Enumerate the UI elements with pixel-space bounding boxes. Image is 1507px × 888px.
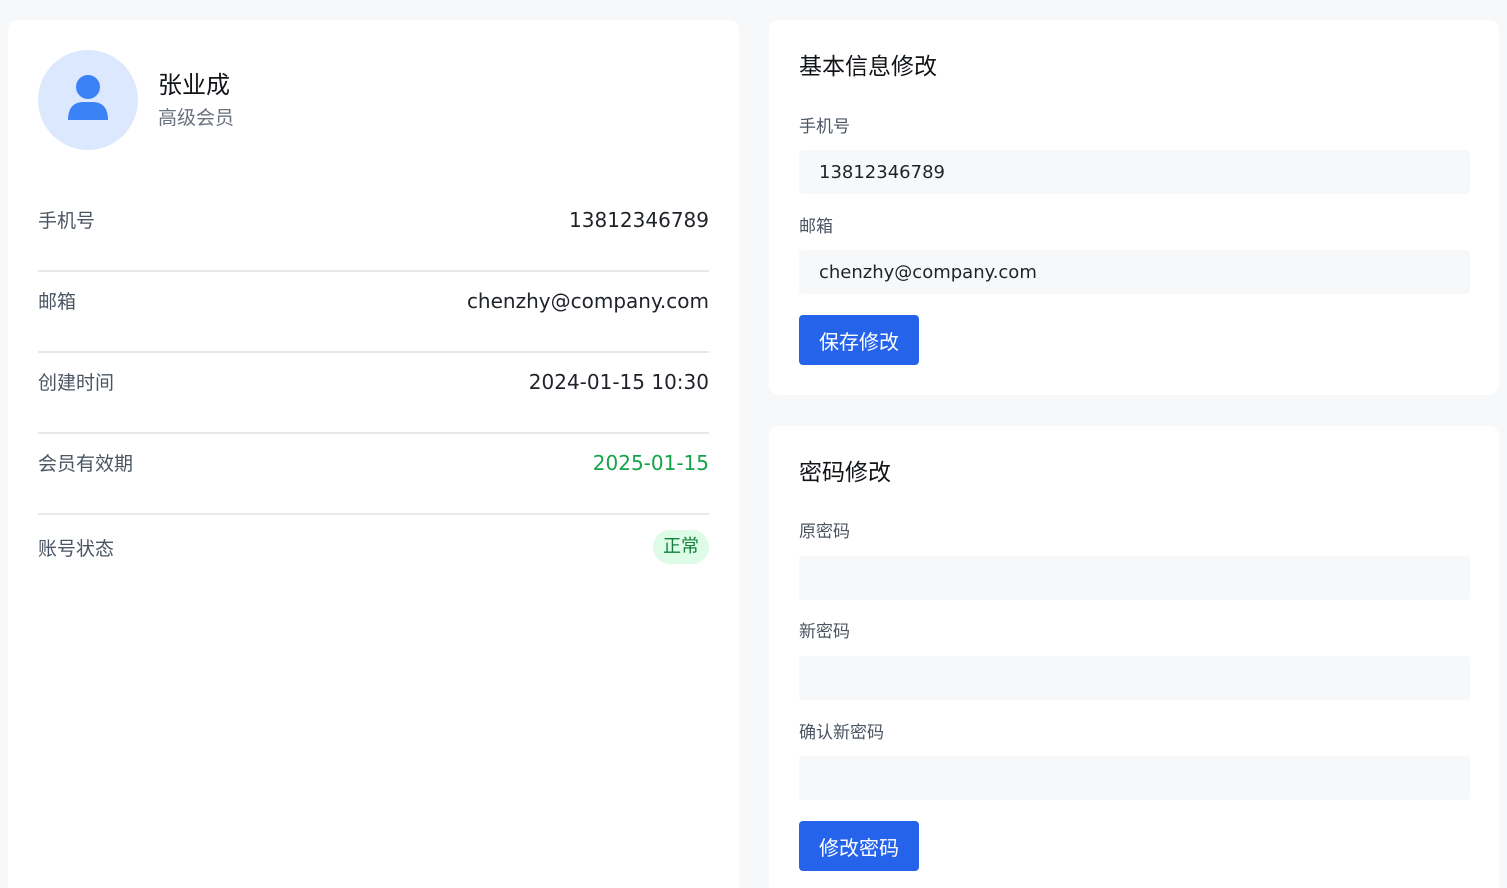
user-name: 张业成: [158, 71, 230, 99]
info-row-created: 创建时间 2024-01-15 10:30: [38, 352, 709, 434]
basic-info-card: 基本信息修改 手机号 邮箱 保存修改: [769, 20, 1499, 395]
confirm-password-label: 确认新密码: [799, 723, 884, 743]
status-badge: 正常: [653, 530, 709, 564]
confirm-password-input[interactable]: [799, 756, 1470, 800]
membership-expiry-value: 2025-01-15: [592, 451, 709, 475]
info-label: 创建时间: [38, 372, 115, 394]
email-label: 邮箱: [799, 217, 833, 237]
info-row-status: 账号状态 正常: [38, 518, 709, 600]
phone-label: 手机号: [799, 117, 850, 137]
password-card: 密码修改 原密码 新密码 确认新密码 修改密码: [769, 426, 1499, 888]
old-password-label: 原密码: [799, 522, 850, 542]
email-input[interactable]: [799, 250, 1470, 294]
info-label: 账号状态: [38, 538, 115, 560]
phone-value: 13812346789: [569, 208, 709, 232]
info-label: 手机号: [38, 210, 96, 232]
phone-input[interactable]: [799, 150, 1470, 194]
info-label: 邮箱: [38, 291, 77, 313]
card-title: 基本信息修改: [799, 54, 937, 80]
info-row-expiry: 会员有效期 2025-01-15: [38, 433, 709, 515]
info-row-phone: 手机号 13812346789: [38, 190, 709, 272]
new-password-input[interactable]: [799, 656, 1470, 700]
old-password-input[interactable]: [799, 556, 1470, 600]
account-page: 张业成 高级会员 手机号 13812346789 邮箱 chenzhy@comp…: [0, 0, 1507, 888]
membership-level: 高级会员: [158, 107, 235, 129]
save-button[interactable]: 保存修改: [799, 315, 919, 365]
info-label: 会员有效期: [38, 453, 134, 475]
new-password-label: 新密码: [799, 622, 850, 642]
avatar: [38, 50, 138, 150]
created-time-value: 2024-01-15 10:30: [528, 370, 709, 394]
profile-card: 张业成 高级会员 手机号 13812346789 邮箱 chenzhy@comp…: [8, 20, 739, 888]
change-password-button[interactable]: 修改密码: [799, 821, 919, 871]
card-title: 密码修改: [799, 460, 891, 486]
info-row-email: 邮箱 chenzhy@company.com: [38, 271, 709, 353]
user-icon: [66, 74, 110, 126]
email-value: chenzhy@company.com: [466, 289, 709, 313]
